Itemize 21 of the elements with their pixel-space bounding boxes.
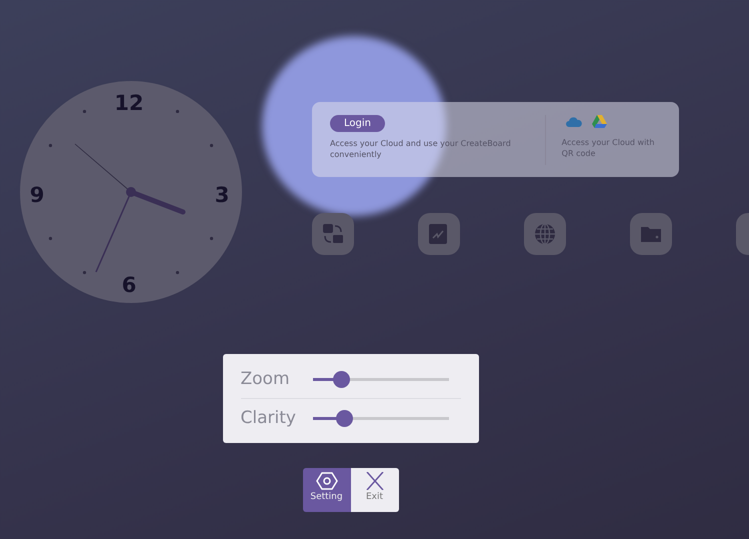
folder-app-icon[interactable]	[630, 213, 672, 255]
drive-triangle-icon[interactable]	[592, 115, 607, 128]
close-icon	[364, 472, 384, 490]
hexagon-icon	[316, 472, 338, 490]
clock-numeral: 12	[114, 91, 144, 115]
slider-thumb[interactable]	[333, 370, 350, 388]
clock-numeral: 9	[30, 183, 44, 207]
login-button[interactable]: Login	[330, 115, 385, 132]
clock-numeral: 6	[122, 273, 136, 297]
slider-label: Zoom	[240, 369, 291, 389]
slider-thumb[interactable]	[336, 410, 353, 426]
globe-app-icon[interactable]	[524, 213, 566, 255]
swap-app-icon[interactable]	[312, 213, 354, 255]
setting-button[interactable]: Setting	[302, 468, 350, 512]
pen-app-icon[interactable]	[418, 213, 460, 255]
exit-button[interactable]: Exit	[350, 468, 398, 512]
cloud-icon[interactable]	[566, 116, 582, 126]
cloud-description: Access your Cloud and use your CreateBoard conveniently	[330, 139, 512, 161]
slider-label: Clarity	[240, 408, 297, 428]
qr-description: Access your Cloud with QR code	[562, 138, 656, 160]
clock-numeral: 3	[214, 183, 230, 207]
